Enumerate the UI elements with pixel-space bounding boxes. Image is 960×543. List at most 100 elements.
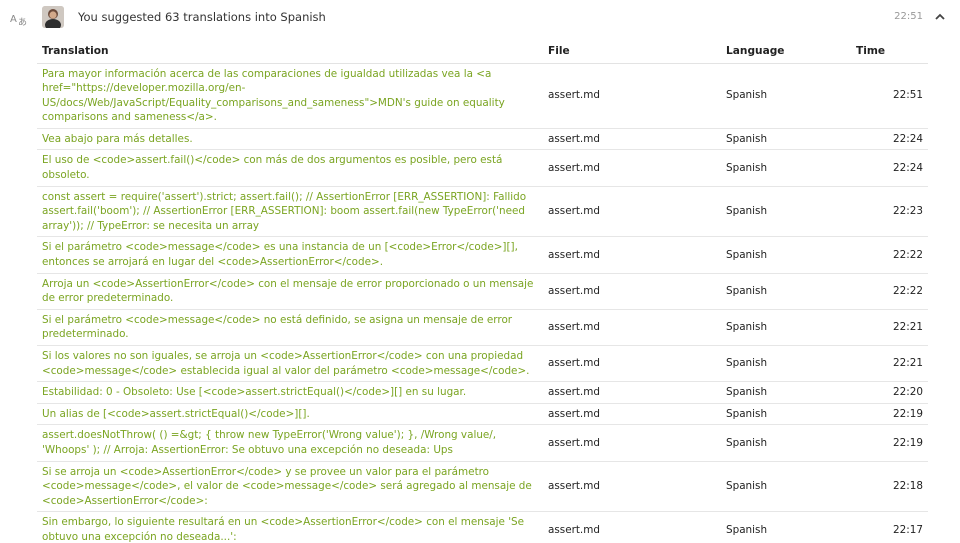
language-name-cell: Spanish <box>721 511 851 543</box>
row-time-cell: 22:22 <box>851 273 928 310</box>
table-row[interactable]: assert.doesNotThrow( () =&gt; { throw ne… <box>37 424 928 462</box>
translation-link[interactable]: Para mayor información acerca de las com… <box>42 68 505 124</box>
language-name-cell: Spanish <box>721 63 851 129</box>
language-name: Spanish <box>726 205 768 218</box>
table-row[interactable]: Vea abajo para más detalles. assert.md Spa… <box>37 128 928 151</box>
avatar[interactable] <box>42 6 64 28</box>
translation-link[interactable]: Estabilidad: 0 - Obsoleto: Use [<code>as… <box>42 386 466 398</box>
row-time: 22:17 <box>893 523 923 536</box>
file-name-cell: assert.md <box>543 461 721 513</box>
translation-text-cell: Para mayor información acerca de las com… <box>37 63 543 129</box>
file-name: assert.md <box>548 407 600 420</box>
translation-link[interactable]: El uso de <code>assert.fail()</code> con… <box>42 154 502 181</box>
table-row[interactable]: const assert = require('assert').strict;… <box>37 186 928 238</box>
row-time: 22:51 <box>893 89 923 102</box>
language-name: Spanish <box>726 523 768 536</box>
language-name-cell: Spanish <box>721 149 851 187</box>
table-row[interactable]: Estabilidad: 0 - Obsoleto: Use [<code>as… <box>37 381 928 404</box>
file-name: assert.md <box>548 284 600 297</box>
language-name: Spanish <box>726 480 768 493</box>
file-name-cell: assert.md <box>543 345 721 383</box>
language-name-cell: Spanish <box>721 345 851 383</box>
translation-link[interactable]: Sin embargo, lo siguiente resultará en u… <box>42 516 524 543</box>
table-header-row: Translation File Language Time <box>37 40 928 64</box>
table-row[interactable]: Si el parámetro <code>message</code> no … <box>37 309 928 347</box>
chevron-up-icon[interactable] <box>933 9 947 23</box>
translation-text-cell: Si los valores no son iguales, se arroja… <box>37 345 543 383</box>
language-name-cell: Spanish <box>721 273 851 310</box>
file-name: assert.md <box>548 436 600 449</box>
translation-text-cell: Estabilidad: 0 - Obsoleto: Use [<code>as… <box>37 381 543 404</box>
translation-text-cell: Arroja un <code>AssertionError</code> co… <box>37 273 543 310</box>
row-time-cell: 22:24 <box>851 128 928 151</box>
language-name: Spanish <box>726 284 768 297</box>
column-header-file: File <box>543 40 721 64</box>
file-name-cell: assert.md <box>543 236 721 274</box>
row-time: 22:19 <box>893 407 923 420</box>
language-name-cell: Spanish <box>721 128 851 151</box>
translation-text-cell: Si se arroja un <code>AssertionError</co… <box>37 461 543 513</box>
row-time-cell: 22:21 <box>851 345 928 383</box>
language-name: Spanish <box>726 89 768 102</box>
table-row[interactable]: Si el parámetro <code>message</code> es … <box>37 236 928 274</box>
row-time: 22:18 <box>893 480 923 493</box>
file-name-cell: assert.md <box>543 149 721 187</box>
row-time: 22:20 <box>893 386 923 399</box>
row-time: 22:21 <box>893 321 923 334</box>
translation-text-cell: El uso de <code>assert.fail()</code> con… <box>37 149 543 187</box>
file-name: assert.md <box>548 161 600 174</box>
translation-link[interactable]: Si el parámetro <code>message</code> es … <box>42 241 518 268</box>
table-row[interactable]: Si se arroja un <code>AssertionError</co… <box>37 461 928 513</box>
file-name: assert.md <box>548 321 600 334</box>
table-row[interactable]: Un alias de [<code>assert.strictEqual()<… <box>37 403 928 426</box>
translation-text-cell: Si el parámetro <code>message</code> no … <box>37 309 543 347</box>
language-name-cell: Spanish <box>721 424 851 462</box>
file-name-cell: assert.md <box>543 381 721 404</box>
table-row[interactable]: Si los valores no son iguales, se arroja… <box>37 345 928 383</box>
translation-link[interactable]: Si se arroja un <code>AssertionError</co… <box>42 466 532 507</box>
language-name: Spanish <box>726 321 768 334</box>
translation-link[interactable]: Arroja un <code>AssertionError</code> co… <box>42 278 533 305</box>
translation-link[interactable]: Si los valores no son iguales, se arroja… <box>42 350 529 377</box>
translation-link[interactable]: Si el parámetro <code>message</code> no … <box>42 314 512 341</box>
language-name-cell: Spanish <box>721 186 851 238</box>
row-time-cell: 22:17 <box>851 511 928 543</box>
translations-table: Translation File Language Time Para mayo… <box>37 40 928 543</box>
translation-text-cell: Vea abajo para más detalles. <box>37 128 543 151</box>
file-name: assert.md <box>548 357 600 370</box>
language-name: Spanish <box>726 386 768 399</box>
svg-text:あ: あ <box>18 17 27 26</box>
file-name: assert.md <box>548 205 600 218</box>
row-time-cell: 22:22 <box>851 236 928 274</box>
activity-header: A あ You suggested 63 translations into S… <box>0 0 960 34</box>
translation-link[interactable]: const assert = require('assert').strict;… <box>42 191 526 232</box>
translation-link[interactable]: assert.doesNotThrow( () =&gt; { throw ne… <box>42 429 496 456</box>
language-name: Spanish <box>726 248 768 261</box>
activity-panel: A あ You suggested 63 translations into S… <box>0 0 960 543</box>
row-time-cell: 22:20 <box>851 381 928 404</box>
row-time-cell: 22:24 <box>851 149 928 187</box>
language-name-cell: Spanish <box>721 403 851 426</box>
row-time-cell: 22:19 <box>851 403 928 426</box>
file-name: assert.md <box>548 480 600 493</box>
table-row[interactable]: Sin embargo, lo siguiente resultará en u… <box>37 511 928 543</box>
table-row[interactable]: El uso de <code>assert.fail()</code> con… <box>37 149 928 187</box>
column-header-language: Language <box>721 40 851 64</box>
row-time-cell: 22:23 <box>851 186 928 238</box>
table-row[interactable]: Arroja un <code>AssertionError</code> co… <box>37 273 928 310</box>
table-row[interactable]: Para mayor información acerca de las com… <box>37 63 928 129</box>
row-time: 22:22 <box>893 248 923 261</box>
row-time: 22:24 <box>893 161 923 174</box>
translation-text-cell: Un alias de [<code>assert.strictEqual()<… <box>37 403 543 426</box>
file-name: assert.md <box>548 523 600 536</box>
language-name: Spanish <box>726 357 768 370</box>
row-time-cell: 22:21 <box>851 309 928 347</box>
activity-title: You suggested 63 translations into Spani… <box>78 10 326 24</box>
translation-link[interactable]: Un alias de [<code>assert.strictEqual()<… <box>42 408 310 420</box>
row-time-cell: 22:51 <box>851 63 928 129</box>
file-name-cell: assert.md <box>543 186 721 238</box>
language-name-cell: Spanish <box>721 381 851 404</box>
translation-text-cell: const assert = require('assert').strict;… <box>37 186 543 238</box>
translation-link[interactable]: Vea abajo para más detalles. <box>42 133 193 145</box>
language-name-cell: Spanish <box>721 236 851 274</box>
